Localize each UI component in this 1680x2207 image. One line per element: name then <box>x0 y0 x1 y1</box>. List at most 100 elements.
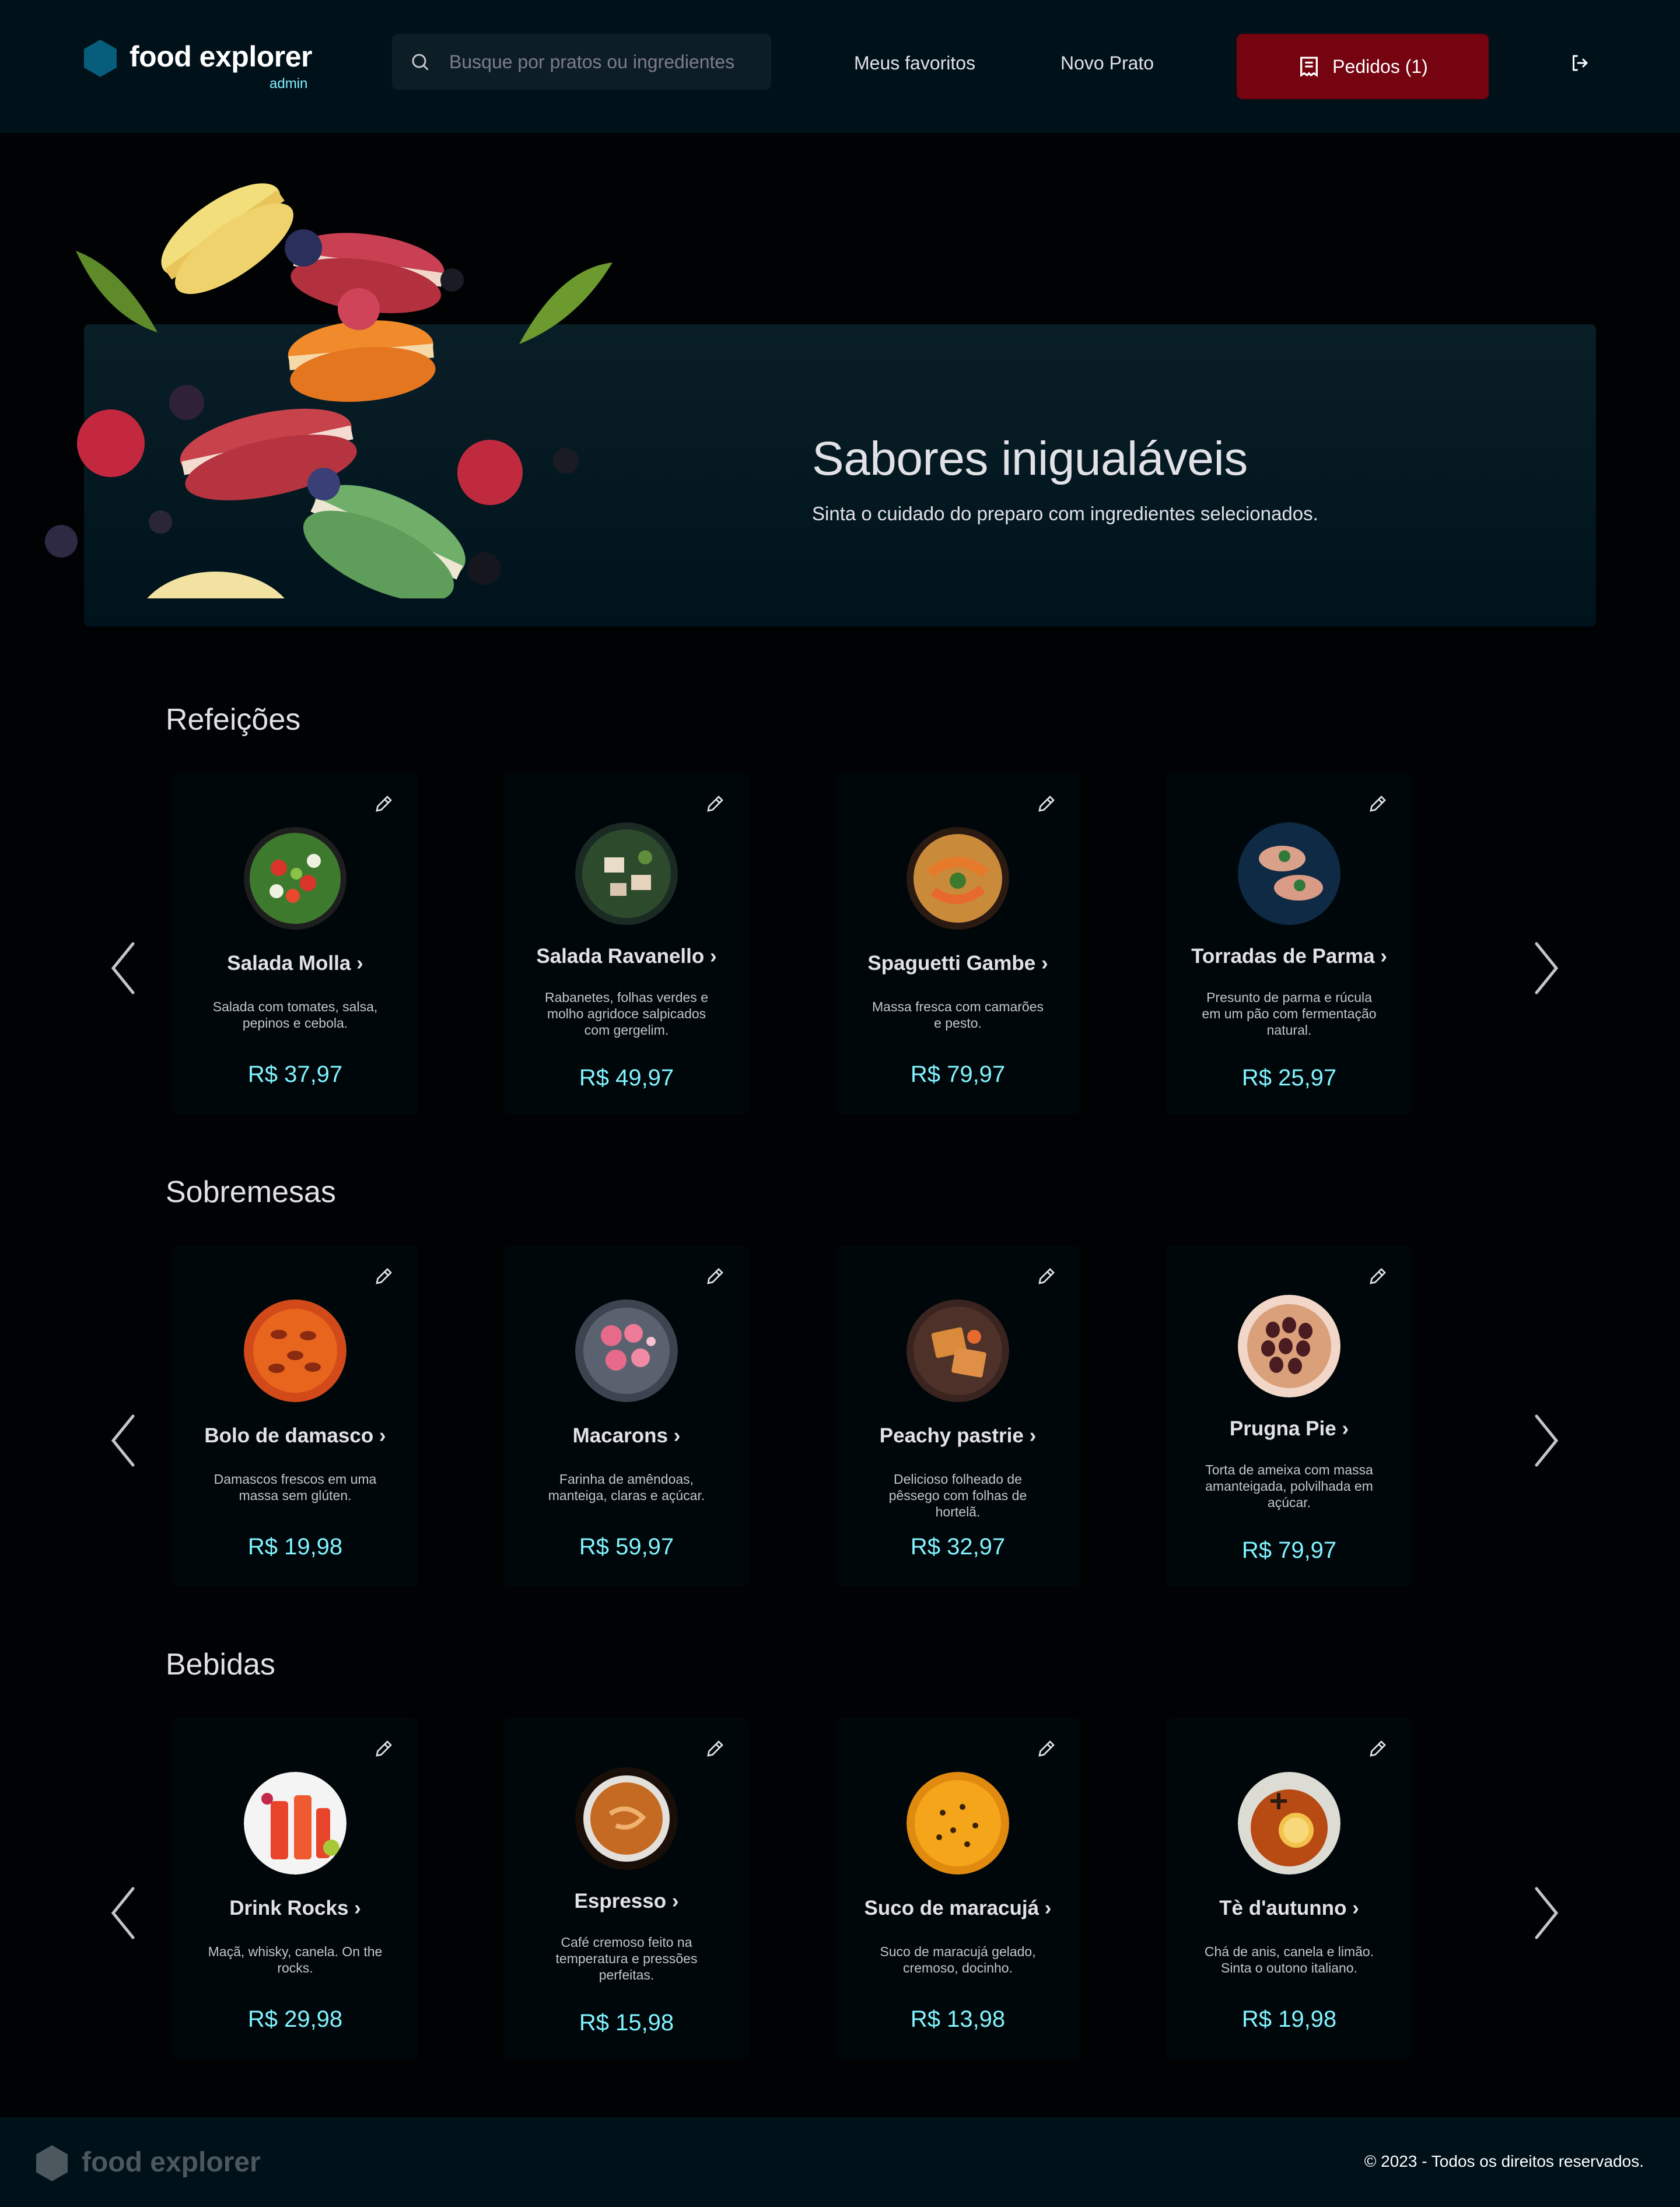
dish-image[interactable] <box>1238 1295 1340 1397</box>
dish-card[interactable]: Macarons › Farinha de amêndoas, manteiga… <box>504 1246 749 1586</box>
banner-title: Sabores inigualáveis <box>812 432 1248 485</box>
dish-description: Suco de maracujá gelado, cremoso, docinh… <box>880 1944 1036 1975</box>
pencil-icon[interactable] <box>705 1266 726 1287</box>
dish-title[interactable]: Salada Molla › <box>173 952 418 975</box>
brand-name: food explorer <box>130 40 312 73</box>
nav-new-dish-link[interactable]: Novo Prato <box>1060 52 1154 74</box>
dish-description: Chá de anis, canela e limão. Sinta o out… <box>1204 1944 1374 1975</box>
dish-price: R$ 79,97 <box>1241 1537 1337 1563</box>
chevron-left-icon[interactable] <box>106 939 141 997</box>
macarons-illustration <box>45 183 612 598</box>
search-bar[interactable] <box>392 34 771 90</box>
dish-title[interactable]: Spaguetti Gambe › <box>835 952 1080 975</box>
dish-image[interactable] <box>907 1299 1009 1402</box>
chevron-left-icon[interactable] <box>106 1884 141 1942</box>
dish-description: Presunto de parma e rúcula em um pão com… <box>1202 990 1377 1038</box>
dish-title[interactable]: Salada Ravanello › <box>504 945 749 968</box>
dish-title[interactable]: Bolo de damasco › <box>173 1424 418 1448</box>
dish-title[interactable]: Suco de maracujá › <box>835 1897 1080 1920</box>
pencil-icon[interactable] <box>373 1738 394 1759</box>
dish-card[interactable]: Salada Ravanello › Rabanetes, folhas ver… <box>504 773 749 1114</box>
dish-card[interactable]: Drink Rocks › Maçã, whisky, canela. On t… <box>173 1718 418 2059</box>
dish-image[interactable] <box>575 1299 678 1402</box>
dish-price: R$ 37,97 <box>247 1062 343 1087</box>
dish-image[interactable] <box>244 1772 346 1875</box>
dish-image[interactable] <box>1238 1772 1340 1875</box>
dish-title[interactable]: Drink Rocks › <box>173 1897 418 1920</box>
nav-favorites-link[interactable]: Meus favoritos <box>854 52 975 74</box>
dish-image[interactable] <box>575 822 678 925</box>
dish-description: Torta de ameixa com massa amanteigada, p… <box>1205 1462 1373 1510</box>
dish-title[interactable]: Peachy pastrie › <box>835 1424 1080 1448</box>
dish-image[interactable] <box>907 1772 1009 1875</box>
section-title-drinks: Bebidas <box>166 1648 275 1681</box>
orders-button[interactable]: Pedidos (1) <box>1237 34 1489 99</box>
dish-price: R$ 19,98 <box>1241 2006 1337 2032</box>
section-title-desserts: Sobremesas <box>166 1175 336 1209</box>
pencil-icon[interactable] <box>373 1266 394 1287</box>
pencil-icon[interactable] <box>1367 1738 1388 1759</box>
pencil-icon[interactable] <box>1367 793 1388 814</box>
dish-price: R$ 49,97 <box>579 1065 674 1091</box>
dish-price: R$ 19,98 <box>247 1534 343 1560</box>
dish-description: Farinha de amêndoas, manteiga, claras e … <box>548 1472 705 1503</box>
dish-card[interactable]: Spaguetti Gambe › Massa fresca com camar… <box>835 773 1080 1114</box>
dish-image[interactable] <box>1238 822 1340 925</box>
dish-card[interactable]: Suco de maracujá › Suco de maracujá gela… <box>835 1718 1080 2059</box>
dish-image[interactable] <box>907 827 1009 930</box>
dish-title[interactable]: Macarons › <box>504 1424 749 1448</box>
dish-title[interactable]: Espresso › <box>504 1890 749 1913</box>
pencil-icon[interactable] <box>1036 1738 1057 1759</box>
dish-card[interactable]: Espresso › Café cremoso feito na tempera… <box>504 1718 749 2059</box>
hexagon-logo-icon <box>36 2145 68 2181</box>
dish-card[interactable]: Bolo de damasco › Damascos frescos em um… <box>173 1246 418 1586</box>
section-title-meals: Refeições <box>166 703 301 737</box>
dish-price: R$ 15,98 <box>579 2010 674 2036</box>
dish-description: Rabanetes, folhas verdes e molho agridoc… <box>544 990 708 1038</box>
dish-price: R$ 79,97 <box>910 1062 1006 1087</box>
chevron-right-icon[interactable] <box>1528 939 1563 997</box>
pencil-icon[interactable] <box>1367 1266 1388 1287</box>
dish-card[interactable]: Salada Molla › Salada com tomates, salsa… <box>173 773 418 1114</box>
chevron-right-icon[interactable] <box>1528 1884 1563 1942</box>
pencil-icon[interactable] <box>1036 1266 1057 1287</box>
dish-description: Damascos frescos em uma massa sem glúten… <box>214 1472 377 1503</box>
dish-image[interactable] <box>575 1767 678 1870</box>
header: food explorer admin Meus favoritos Novo … <box>0 0 1680 133</box>
pencil-icon[interactable] <box>705 793 726 814</box>
brand-role-badge: admin <box>270 76 308 92</box>
brand-logo[interactable]: food explorer admin <box>84 37 317 96</box>
pencil-icon[interactable] <box>1036 793 1057 814</box>
dish-description: Maçã, whisky, canela. On the rocks. <box>208 1944 383 1975</box>
dish-card[interactable]: Peachy pastrie › Delicioso folheado de p… <box>835 1246 1080 1586</box>
dish-title[interactable]: Prugna Pie › <box>1167 1417 1412 1441</box>
dish-card[interactable]: Tè d'autunno › Chá de anis, canela e lim… <box>1167 1718 1412 2059</box>
dish-price: R$ 29,98 <box>247 2006 343 2032</box>
dish-title[interactable]: Torradas de Parma › <box>1167 945 1412 968</box>
dish-image[interactable] <box>244 827 346 930</box>
footer-brand-name: food explorer <box>82 2147 261 2178</box>
pencil-icon[interactable] <box>373 793 394 814</box>
pencil-icon[interactable] <box>705 1738 726 1759</box>
dish-description: Café cremoso feito na temperatura e pres… <box>555 1935 698 1982</box>
chevron-right-icon[interactable] <box>1528 1411 1563 1470</box>
dish-description: Delicioso folheado de pêssego com folhas… <box>888 1472 1027 1519</box>
receipt-icon <box>1300 57 1318 78</box>
search-icon <box>412 54 429 71</box>
sign-out-icon[interactable] <box>1569 52 1590 73</box>
dish-description: Salada com tomates, salsa, pepinos e ceb… <box>212 999 378 1031</box>
dish-description: Massa fresca com camarões e pesto. <box>872 999 1044 1031</box>
copyright-text: © 2023 - Todos os direitos reservados. <box>1364 2152 1644 2170</box>
banner-subtitle: Sinta o cuidado do preparo com ingredien… <box>812 503 1318 524</box>
orders-label: Pedidos (1) <box>1332 55 1428 77</box>
chevron-left-icon[interactable] <box>106 1411 141 1470</box>
hexagon-logo-icon <box>84 40 117 77</box>
footer: food explorer © 2023 - Todos os direitos… <box>0 2117 1680 2207</box>
dish-card[interactable]: Prugna Pie › Torta de ameixa com massa a… <box>1167 1246 1412 1586</box>
dish-card[interactable]: Torradas de Parma › Presunto de parma e … <box>1167 773 1412 1114</box>
dish-price: R$ 25,97 <box>1241 1065 1337 1091</box>
search-input[interactable] <box>449 34 758 90</box>
dish-price: R$ 13,98 <box>910 2006 1006 2032</box>
dish-image[interactable] <box>244 1299 346 1402</box>
dish-title[interactable]: Tè d'autunno › <box>1167 1897 1412 1920</box>
